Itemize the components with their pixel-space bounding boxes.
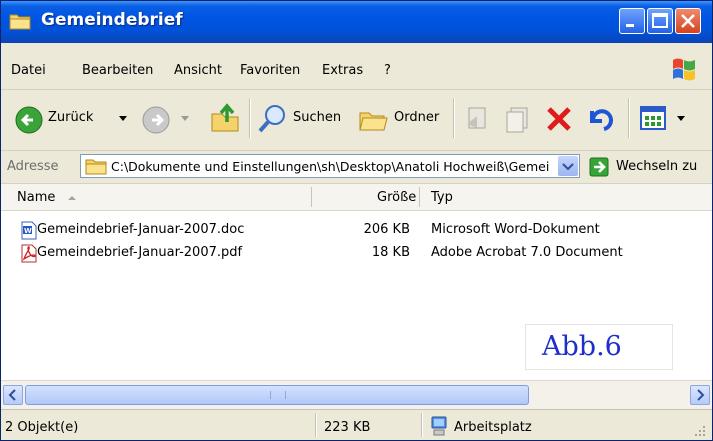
go-button[interactable]: Wechseln zu <box>616 159 697 174</box>
views-dropdown-icon[interactable] <box>676 115 686 123</box>
menu-datei[interactable]: Datei <box>11 63 46 78</box>
folder-up-icon[interactable] <box>209 102 241 134</box>
column-divider[interactable] <box>311 187 312 207</box>
undo-icon[interactable] <box>584 103 614 133</box>
move-to-icon[interactable] <box>463 104 493 134</box>
folder-icon <box>9 14 31 30</box>
chevron-left-icon <box>8 389 16 401</box>
file-size: 206 KB <box>363 222 410 237</box>
chevron-down-icon <box>562 163 574 171</box>
resize-grip-icon[interactable] <box>691 422 707 438</box>
file-name: Gemeindebrief-Januar-2007.pdf <box>37 245 243 260</box>
back-button[interactable]: Zurück <box>48 110 93 125</box>
horizontal-scrollbar[interactable] <box>1 380 712 409</box>
explorer-window: Gemeindebrief Datei Bearbeiten Ansicht F… <box>0 0 713 441</box>
pdf-icon <box>21 244 37 263</box>
column-size-header[interactable]: Größe <box>377 190 416 205</box>
address-label: Adresse <box>7 159 59 174</box>
menu-favoriten[interactable]: Favoriten <box>240 63 300 78</box>
close-button[interactable] <box>675 8 701 34</box>
file-name: Gemeindebrief-Januar-2007.doc <box>37 222 245 237</box>
delete-icon[interactable] <box>544 104 574 134</box>
table-row[interactable]: Gemeindebrief-Januar-2007.pdf 18 KB Adob… <box>1 242 712 264</box>
windows-logo-icon <box>673 58 695 81</box>
sort-ascending-icon <box>68 196 76 200</box>
maximize-button[interactable] <box>647 8 673 34</box>
window-title: Gemeindebrief <box>41 10 183 30</box>
search-button[interactable]: Suchen <box>293 110 341 125</box>
menu-ansicht[interactable]: Ansicht <box>174 63 222 78</box>
address-dropdown-button[interactable] <box>558 156 578 176</box>
status-object-count: 2 Objekt(e) <box>5 420 79 435</box>
close-icon <box>681 14 695 28</box>
status-total-size: 223 KB <box>324 420 371 435</box>
maximize-icon <box>652 13 668 28</box>
title-bar[interactable]: Gemeindebrief <box>1 1 712 43</box>
folders-icon[interactable] <box>357 103 389 135</box>
views-icon[interactable] <box>639 105 667 131</box>
figure-annotation-label: Abb.6 <box>525 324 673 370</box>
column-header: Name Größe Typ <box>1 184 712 211</box>
svg-text:W: W <box>24 227 32 235</box>
column-divider[interactable] <box>419 187 420 207</box>
address-bar: Adresse C:\Dokumente und Einstellungen\s… <box>1 151 712 184</box>
menu-help[interactable]: ? <box>384 63 391 78</box>
status-location: Arbeitsplatz <box>454 420 532 435</box>
folders-button[interactable]: Ordner <box>394 110 439 125</box>
toolbar-separator <box>453 98 455 138</box>
file-type: Adobe Acrobat 7.0 Document <box>431 245 623 260</box>
figure-annotation-text: Abb.6 <box>542 331 622 362</box>
address-field[interactable]: C:\Dokumente und Einstellungen\sh\Deskto… <box>80 154 580 178</box>
address-path: C:\Dokumente und Einstellungen\sh\Deskto… <box>111 159 550 174</box>
column-type-header[interactable]: Typ <box>431 190 453 205</box>
file-size: 18 KB <box>371 245 410 260</box>
back-arrow-icon[interactable] <box>15 106 43 134</box>
copy-to-icon[interactable] <box>503 104 533 134</box>
file-list: Name Größe Typ W Gemeindebrief-Januar-20… <box>1 184 712 380</box>
forward-arrow-icon[interactable] <box>142 106 170 134</box>
toolbar-separator <box>628 98 630 138</box>
toolbar-separator <box>249 98 251 138</box>
folder-icon <box>85 159 107 175</box>
menu-bearbeiten[interactable]: Bearbeiten <box>82 63 153 78</box>
status-divider <box>315 413 317 437</box>
scrollbar-thumb[interactable] <box>25 385 529 405</box>
scrollbar-grip <box>270 391 286 399</box>
computer-icon <box>431 416 447 436</box>
forward-dropdown-icon[interactable] <box>180 115 190 123</box>
minimize-icon <box>626 24 634 27</box>
status-bar: 2 Objekt(e) 223 KB Arbeitsplatz <box>1 409 712 440</box>
column-name-header[interactable]: Name <box>17 190 55 205</box>
scroll-left-button[interactable] <box>3 385 23 405</box>
go-arrow-icon[interactable] <box>589 157 609 177</box>
toolbar: Zurück Suchen Ordner <box>1 90 712 151</box>
back-dropdown-icon[interactable] <box>118 115 128 123</box>
word-doc-icon: W <box>21 221 37 240</box>
search-icon[interactable] <box>256 103 288 135</box>
table-row[interactable]: W Gemeindebrief-Januar-2007.doc 206 KB M… <box>1 219 712 241</box>
status-divider <box>421 413 423 437</box>
file-type: Microsoft Word-Dokument <box>431 222 600 237</box>
menu-bar: Datei Bearbeiten Ansicht Favoriten Extra… <box>1 43 712 90</box>
minimize-button[interactable] <box>619 8 645 34</box>
menu-extras[interactable]: Extras <box>322 63 363 78</box>
chevron-right-icon <box>697 389 705 401</box>
scroll-right-button[interactable] <box>690 385 710 405</box>
